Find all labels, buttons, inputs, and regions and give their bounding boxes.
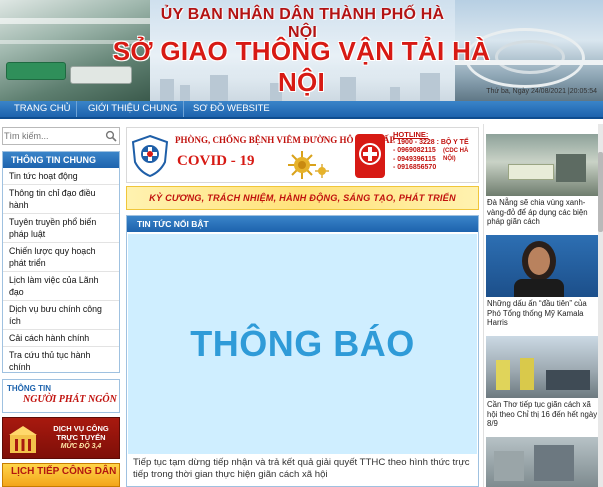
spokesperson-banner[interactable]: THÔNG TIN NGƯỜI PHÁT NGÔN [2,379,120,413]
page: ỦY BAN NHÂN DÂN THÀNH PHỐ HÀ NỘI SỞ GIAO… [0,0,603,487]
spokesperson-line1: THÔNG TIN [7,384,51,393]
search-input[interactable] [4,129,100,143]
featured-image[interactable]: THÔNG BÁO [128,234,477,454]
citizen-reception-banner[interactable]: LỊCH TIẾP CÔNG DÂN [2,463,120,487]
virus-small-icon [315,164,329,178]
nav-home[interactable]: TRANG CHỦ [8,101,78,117]
slogan-banner: KỶ CƯƠNG, TRÁCH NHIỆM, HÀNH ĐỘNG, SÁNG T… [126,186,479,210]
search-icon[interactable] [105,130,117,142]
hotline-phone-icon [355,134,385,178]
citizen-reception-label: LỊCH TIẾP CÔNG DÂN [11,466,117,477]
site-banner: ỦY BAN NHÂN DÂN THÀNH PHỐ HÀ NỘI SỞ GIAO… [0,0,603,101]
featured-heading: TIN TỨC NỔI BẬT [127,216,478,232]
menu-item-law-dissemination[interactable]: Tuyên truyền phổ biến pháp luật [3,214,119,243]
menu-item-strategy-planning[interactable]: Chiến lược quy hoạch phát triển [3,243,119,272]
menu-item-admin-procedures-lookup[interactable]: Tra cứu thủ tục hành chính [3,347,119,375]
current-datetime: Thứ ba, Ngày 24/08/2021 |20:05:54 [486,88,597,95]
hotline-line: - 0916856570 [393,163,437,171]
news-thumbnail[interactable] [486,134,598,196]
scrollbar-thumb[interactable] [598,152,603,232]
banner-main-title: SỞ GIAO THÔNG VẬN TẢI HÀ NỘI [112,36,491,97]
news-title[interactable]: Đà Nẵng sẽ chia vùng xanh-vàng-đỏ để áp … [487,198,599,227]
news-title[interactable]: Những dấu ấn “đầu tiên” của Phó Tổng thố… [487,299,599,328]
news-title[interactable]: Cần Thơ tiếp tục giãn cách xã hội theo C… [487,400,599,429]
hotline-label: HOTLINE: [393,130,429,139]
left-sidebar: THÔNG TIN CHUNG Tin tức hoạt động Thông … [0,124,122,487]
main-nav: TRANG CHỦ GIỚI THIỆU CHUNG SƠ ĐỒ WEBSITE [0,101,603,119]
nav-sitemap[interactable]: SƠ ĐỒ WEBSITE [187,101,276,117]
ministry-health-logo-icon [131,134,169,178]
news-thumbnail[interactable] [486,336,598,398]
menu-item-postal-service[interactable]: Dịch vụ bưu chính công ích [3,301,119,330]
vertical-scrollbar[interactable] [598,124,603,487]
online-service-line1: DỊCH VỤ CÔNG TRỰC TUYẾN [53,424,109,442]
nav-about[interactable]: GIỚI THIỆU CHUNG [82,101,185,117]
menu-item-news-activities[interactable]: Tin tức hoạt động [3,168,119,185]
virus-icon [288,151,316,179]
online-service-line2: MỨC ĐỘ 3,4 [60,443,102,450]
hotline-note: (CDC HÀ NỘI) [443,148,469,163]
main-content: PHÒNG, CHỐNG BỆNH VIÊM ĐƯỜNG HÔ HẤP CẤP … [126,124,479,487]
covid-subtitle: COVID - 19 [177,153,255,169]
spokesperson-line2: NGƯỜI PHÁT NGÔN [23,394,117,405]
news-thumbnail[interactable] [486,235,598,297]
general-info-menu: THÔNG TIN CHUNG Tin tức hoạt động Thông … [2,151,120,373]
featured-caption-link[interactable]: Tiếp tục tạm dừng tiếp nhận và trả kết q… [133,457,473,480]
covid-banner[interactable]: PHÒNG, CHỐNG BỆNH VIÊM ĐƯỜNG HÔ HẤP CẤP … [126,127,479,183]
menu-item-leader-schedule[interactable]: Lịch làm việc của Lãnh đạo [3,272,119,301]
menu-heading: THÔNG TIN CHUNG [3,152,119,168]
menu-item-direction-info[interactable]: Thông tin chỉ đạo điều hành [3,185,119,214]
city-emblem-icon [9,426,37,453]
featured-news: TIN TỨC NỔI BẬT THÔNG BÁO Tiếp tục tạm d… [126,215,479,487]
online-public-service-banner[interactable]: DỊCH VỤ CÔNG TRỰC TUYẾN MỨC ĐỘ 3,4 [2,417,120,459]
right-news-column: Đà Nẵng sẽ chia vùng xanh-vàng-đỏ để áp … [483,124,603,487]
hotline-block: HOTLINE: - 1900 - 3228 : BỘ Y TẾ - 09690… [393,130,478,172]
news-thumbnail[interactable] [486,437,598,487]
menu-item-admin-reform[interactable]: Cải cách hành chính [3,330,119,347]
search-box [2,127,120,145]
